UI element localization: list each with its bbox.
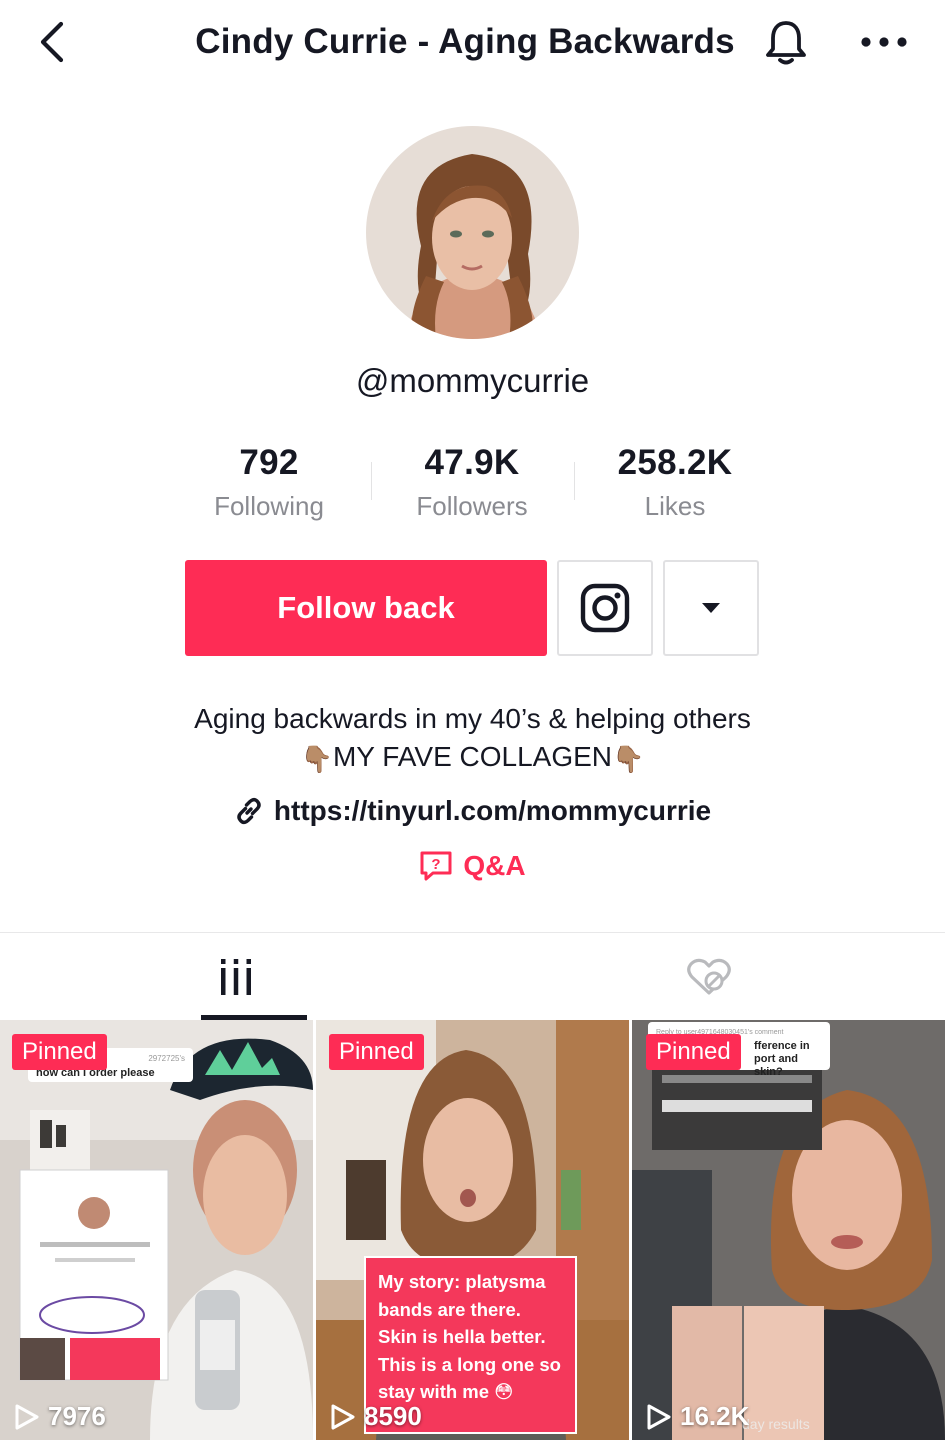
pointing-down-icon: 👇🏽 (300, 744, 333, 774)
back-button[interactable] (30, 20, 74, 64)
stat-label: Followers (416, 491, 528, 521)
caret-down-icon (702, 603, 720, 613)
view-count: 8590 (330, 1401, 422, 1432)
video-frame-1 (0, 1020, 313, 1440)
stat-followers[interactable]: 47.9K Followers (372, 443, 572, 522)
stat-following[interactable]: 792 Following (169, 443, 369, 522)
pointing-down-icon: 👇🏽 (612, 744, 645, 774)
pinned-badge: Pinned (646, 1034, 741, 1070)
view-count-text: 8590 (364, 1401, 422, 1431)
question-bubble-icon: ? (420, 851, 452, 881)
play-icon (331, 1404, 355, 1429)
tab-liked[interactable] (472, 934, 945, 1020)
divider (0, 932, 945, 933)
link-icon (237, 797, 261, 825)
svg-text:?: ? (432, 856, 441, 873)
notification-bell-button[interactable] (762, 18, 810, 68)
follow-back-button[interactable]: Follow back (185, 560, 547, 656)
stat-likes[interactable]: 258.2K Likes (575, 443, 775, 522)
view-count: 7976 (14, 1401, 106, 1432)
hidden-heart-icon (686, 958, 731, 995)
video-thumbnail-1[interactable]: 2972725's how can I order please Pinned … (0, 1020, 313, 1440)
instagram-button[interactable] (557, 560, 653, 656)
suggested-accounts-button[interactable] (663, 560, 759, 656)
bell-icon (766, 21, 806, 65)
play-icon (647, 1404, 671, 1429)
top-bar: Cindy Currie - Aging Backwards (0, 0, 945, 88)
video-frame-3 (632, 1020, 945, 1440)
chevron-left-icon (40, 21, 64, 63)
bio-collagen-text: MY FAVE COLLAGEN (332, 741, 613, 772)
stat-label: Following (214, 491, 324, 521)
view-count-text: 7976 (48, 1401, 106, 1431)
stat-label: Likes (644, 491, 706, 521)
page-title: Cindy Currie - Aging Backwards (195, 22, 735, 61)
view-count-text: 16.2K (680, 1401, 750, 1431)
video-thumbnail-3[interactable]: Reply to user4971648030451's comment ffe… (632, 1020, 945, 1440)
username: @mommycurrie (355, 362, 590, 399)
profile-photo (366, 126, 579, 339)
bio: Aging backwards in my 40’s & helping oth… (0, 700, 945, 778)
qa-label: Q&A (463, 850, 526, 881)
bio-line-1: Aging backwards in my 40’s & helping oth… (194, 703, 751, 734)
stat-value: 792 (239, 443, 299, 482)
view-count: 16.2K (646, 1401, 749, 1432)
pinned-badge: Pinned (329, 1034, 424, 1070)
grid-bars-icon (221, 959, 251, 995)
video-overlay-text: day results (742, 1416, 810, 1432)
instagram-icon (580, 583, 630, 633)
bio-link-text: https://tinyurl.com/mommycurrie (273, 795, 712, 826)
bio-link[interactable]: https://tinyurl.com/mommycurrie (0, 795, 945, 827)
avatar[interactable] (366, 126, 579, 339)
video-grid: 2972725's how can I order please Pinned … (0, 1020, 945, 1440)
tab-videos[interactable] (0, 934, 472, 1020)
stat-value: 47.9K (424, 443, 520, 482)
pinned-badge: Pinned (12, 1034, 107, 1070)
play-icon (15, 1404, 39, 1429)
bio-line-2: 👇🏽MY FAVE COLLAGEN👇🏽 (0, 738, 945, 778)
video-thumbnail-2[interactable]: Pinned My story: platysma bands are ther… (316, 1020, 629, 1440)
more-dots-icon (861, 37, 907, 47)
stat-value: 258.2K (617, 443, 733, 482)
qa-button[interactable]: ? Q&A (0, 850, 945, 882)
more-options-button[interactable] (858, 22, 910, 62)
